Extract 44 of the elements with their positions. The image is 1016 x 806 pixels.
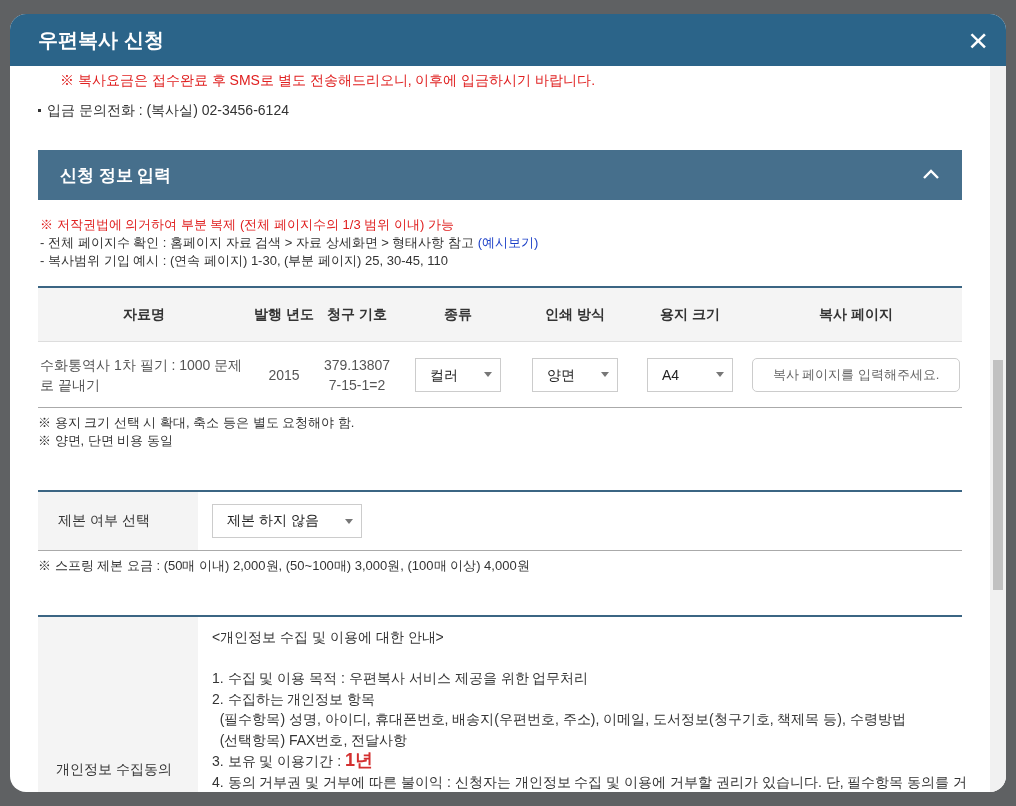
bullet-icon bbox=[38, 108, 41, 112]
dialog-title: 우편복사 신청 bbox=[38, 27, 164, 53]
warning-text: ※ 저작권법에 의거하여 부분 복제 (전체 페이지수의 1/3 범위 이내) 가능 bbox=[40, 216, 455, 234]
consent-text: 2. 수집하는 개인정보 항목 bbox=[212, 689, 377, 709]
scrollbar-thumb[interactable] bbox=[993, 360, 1003, 590]
pages-input[interactable]: 복사 페이지를 입력해주세요. bbox=[752, 357, 960, 392]
close-button[interactable]: × bbox=[964, 23, 992, 57]
column-header: 청구 기호 bbox=[318, 288, 396, 342]
notice-text: ※ 복사요금은 접수완료 후 SMS로 별도 전송해드리오니, 이후에 입금하시기 바랍니다. bbox=[59, 71, 597, 90]
consent-text: 4. 동의 거부권 및 거부에 따른 불이익 : 신청자는 개인정보 수집 및 이용에 거부할 권리가 있습니다. 단, 필수항목 동의를 거 bbox=[212, 772, 968, 792]
column-header: 용지 크기 bbox=[630, 288, 750, 342]
scrollbar[interactable] bbox=[990, 66, 1006, 792]
type-select[interactable]: 컬러 bbox=[415, 357, 501, 392]
column-header: 종류 bbox=[396, 288, 520, 342]
contact-text: 입금 문의전화 : (복사실) 02-3456-6124 bbox=[47, 101, 289, 120]
section-header[interactable]: 신청 정보 입력 bbox=[38, 150, 962, 200]
row-label: 개인정보 수집동의 bbox=[38, 617, 198, 792]
consent-text: 3. 보유 및 이용기간 : 1년 bbox=[212, 750, 375, 772]
table-cell: 수화통역사 1차 필기 : 1000 문제로 끝내기 bbox=[38, 342, 250, 408]
print-select[interactable]: 양면 bbox=[532, 357, 618, 392]
note-text: ※ 양면, 단면 비용 동일 bbox=[38, 432, 175, 450]
consent-text: 1. 수집 및 이용 목적 : 우편복사 서비스 제공을 위한 업무처리 bbox=[212, 669, 590, 688]
row-label: 제본 여부 선택 bbox=[38, 492, 198, 550]
guide-text: - 복사범위 기입 예시 : (연속 페이지) 1-30, (부분 페이지) 25, 30-45, 110 bbox=[40, 252, 449, 270]
column-header: 자료명 bbox=[38, 288, 250, 342]
note-text: ※ 스프링 제본 요금 : (50매 이내) 2,000원, (50~100매) 3,000원, (100매 이상) 4,000원 bbox=[38, 557, 531, 575]
dropdown-arrow-icon bbox=[484, 372, 492, 377]
column-header: 발행 년도 bbox=[250, 288, 318, 342]
note-text: ※ 용지 크기 선택 시 확대, 축소 등은 별도 요청해야 함. bbox=[38, 414, 356, 432]
paper-select[interactable]: A4 bbox=[647, 357, 733, 392]
consent-text: (선택항목) FAX번호, 전달사항 bbox=[218, 730, 409, 750]
column-header: 복사 페이지 bbox=[750, 288, 962, 342]
dropdown-arrow-icon bbox=[716, 372, 724, 377]
table-cell: 379.13807 7-15-1=2 bbox=[318, 342, 396, 408]
guide-text: - 전체 페이지수 확인 : 홈페이지 자료 검색 > 자료 상세화면 > 형태사항 참고 (예시보기) bbox=[40, 234, 540, 252]
binding-select[interactable]: 제본 하지 않음 bbox=[212, 504, 362, 538]
dropdown-arrow-icon bbox=[345, 518, 353, 524]
consent-heading: <개인정보 수집 및 이용에 대한 안내> bbox=[212, 628, 445, 647]
table-cell: 2015 bbox=[250, 342, 318, 408]
section-title: 신청 정보 입력 bbox=[60, 164, 172, 187]
consent-text: (필수항목) 성명, 아이디, 휴대폰번호, 배송지(우편번호, 주소), 이메일, 도서정보(청구기호, 책제목 등), 수령방법 bbox=[218, 710, 907, 729]
dropdown-arrow-icon bbox=[601, 372, 609, 377]
column-header: 인쇄 방식 bbox=[520, 288, 630, 342]
example-link[interactable]: (예시보기) bbox=[477, 235, 539, 250]
